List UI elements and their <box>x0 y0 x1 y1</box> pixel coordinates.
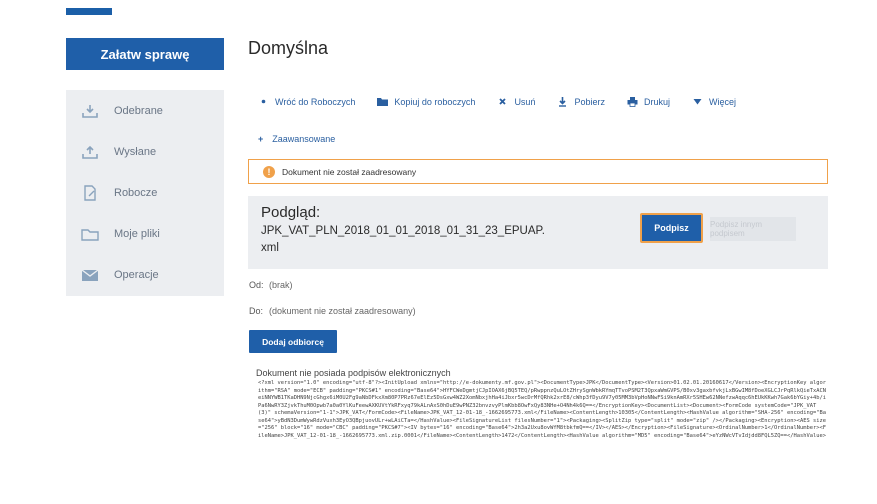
sidebar: Odebrane Wysłane Robocze Moje pliki Oper… <box>66 90 224 296</box>
warning-banner: ! Dokument nie został zaadresowany <box>248 159 828 184</box>
sidebar-item-label: Odebrane <box>114 104 163 117</box>
outbox-upload-icon <box>80 144 100 160</box>
to-label: Do: <box>249 306 264 316</box>
sidebar-item-drafts[interactable]: Robocze <box>66 172 224 213</box>
add-recipient-button[interactable]: Dodaj odbiorcę <box>249 330 337 353</box>
sidebar-item-label: Operacje <box>114 268 159 281</box>
download-icon <box>557 96 568 107</box>
from-field: Od: (brak) <box>249 280 293 290</box>
print-label: Drukuj <box>643 96 670 107</box>
envelope-icon <box>80 267 100 283</box>
xml-content: <?xml version="1.0" encoding="utf-8"?><I… <box>258 380 826 439</box>
print-icon <box>627 96 638 107</box>
more-label: Więcej <box>708 96 736 107</box>
sidebar-item-label: Wysłane <box>114 145 157 158</box>
plus-icon: + <box>258 134 264 144</box>
sidebar-item-my-files[interactable]: Moje pliki <box>66 213 224 254</box>
toolbar: Wróć do Roboczych Kopiuj do roboczych Us… <box>258 96 758 107</box>
preview-filename[interactable]: JPK_VAT_PLN_2018_01_01_2018_01_31_23_EPU… <box>261 223 546 257</box>
back-to-drafts-link[interactable]: Wróć do Roboczych <box>258 96 355 107</box>
handle-case-button[interactable]: Załatw sprawę <box>66 38 224 70</box>
no-signatures-text: Dokument nie posiada podpisów elektronic… <box>256 368 451 378</box>
bullet-icon <box>258 96 269 107</box>
to-value: (dokument nie został zaadresowany) <box>269 306 416 316</box>
to-field: Do: (dokument nie został zaadresowany) <box>249 306 416 316</box>
print-link[interactable]: Drukuj <box>627 96 670 107</box>
top-accent-bar <box>66 8 112 15</box>
sidebar-item-received[interactable]: Odebrane <box>66 90 224 131</box>
back-to-drafts-label: Wróć do Roboczych <box>275 96 356 107</box>
from-value: (brak) <box>269 280 293 290</box>
download-link[interactable]: Pobierz <box>557 96 605 107</box>
from-label: Od: <box>249 280 264 290</box>
copy-to-drafts-link[interactable]: Kopiuj do roboczych <box>377 96 475 107</box>
sign-button[interactable]: Podpisz <box>640 213 703 243</box>
folder-icon <box>80 226 100 242</box>
close-icon <box>497 96 508 107</box>
caret-down-icon <box>692 96 703 107</box>
sidebar-item-label: Moje pliki <box>114 227 160 240</box>
more-menu[interactable]: Więcej <box>692 96 736 107</box>
delete-link[interactable]: Usuń <box>497 96 535 107</box>
warning-icon: ! <box>263 165 275 178</box>
delete-label: Usuń <box>514 96 536 107</box>
sidebar-item-sent[interactable]: Wysłane <box>66 131 224 172</box>
folder-icon <box>377 96 389 107</box>
document-edit-icon <box>80 184 100 201</box>
page-title: Domyślna <box>248 38 329 58</box>
download-label: Pobierz <box>574 96 605 107</box>
inbox-download-icon <box>80 103 100 119</box>
sign-other-button[interactable]: Podpisz innym podpisem <box>710 217 796 241</box>
advanced-label: Zaawansowane <box>272 134 336 144</box>
advanced-toggle[interactable]: + Zaawansowane <box>258 134 335 144</box>
sidebar-item-label: Robocze <box>114 186 158 199</box>
preview-panel: Podgląd: JPK_VAT_PLN_2018_01_01_2018_01_… <box>248 196 828 269</box>
copy-to-drafts-label: Kopiuj do roboczych <box>394 96 476 107</box>
warning-text: Dokument nie został zaadresowany <box>282 166 417 177</box>
preview-label: Podgląd: <box>261 204 321 221</box>
sidebar-item-operations[interactable]: Operacje <box>66 254 224 295</box>
